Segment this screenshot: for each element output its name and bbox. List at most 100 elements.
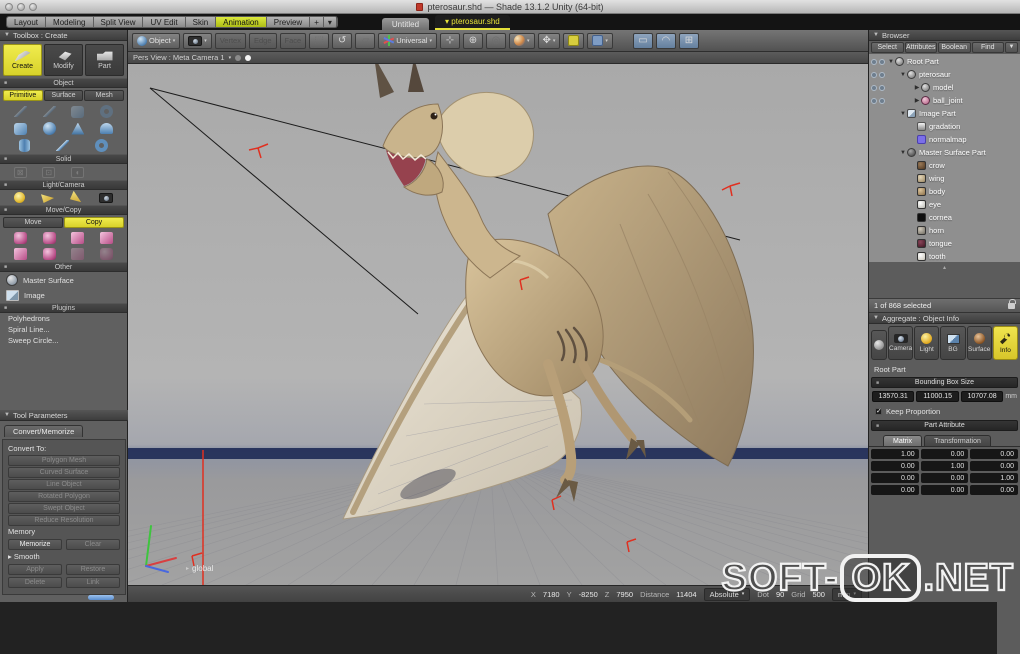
quad-view-button[interactable]: ⊞ bbox=[678, 32, 699, 49]
visibility-toggle-icon[interactable] bbox=[871, 71, 877, 78]
shaded-toggle-icon[interactable] bbox=[245, 54, 252, 61]
horizontal-scrollbar[interactable] bbox=[88, 595, 114, 600]
convert-polygon-mesh-button[interactable]: Polygon Mesh bbox=[8, 455, 120, 466]
light-info-tab[interactable]: Light bbox=[914, 326, 940, 360]
matrix-cell[interactable]: 1.00 bbox=[871, 449, 919, 459]
wireframe-toggle-icon[interactable] bbox=[235, 54, 242, 61]
object-mode-button[interactable]: Object ▾ bbox=[132, 32, 181, 49]
tab-animation[interactable]: Animation bbox=[216, 17, 267, 27]
tree-row-horn[interactable]: horn bbox=[869, 224, 1020, 237]
numeric-copy-icon[interactable] bbox=[71, 248, 85, 260]
matrix-cell[interactable]: 0.00 bbox=[970, 461, 1018, 471]
primitive-tab[interactable]: Primitive bbox=[3, 90, 43, 101]
tree-row-ball-joint[interactable]: ▶ ball_joint bbox=[869, 94, 1020, 107]
filter-funnel-icon[interactable]: ▼ bbox=[1005, 42, 1018, 53]
pivot-button[interactable]: ⊕ bbox=[462, 32, 483, 49]
tree-row-pterosaur[interactable]: ▼ pterosaur bbox=[869, 68, 1020, 81]
matrix-cell[interactable]: 1.00 bbox=[970, 473, 1018, 483]
smooth-apply-button[interactable]: Apply bbox=[8, 564, 62, 575]
tool-parameters-header[interactable]: ▼ Tool Parameters bbox=[0, 410, 128, 421]
line-tool-icon[interactable] bbox=[13, 106, 27, 117]
coordinate-space-selector[interactable]: ▸ global bbox=[186, 564, 213, 573]
directional-light-icon[interactable] bbox=[68, 189, 85, 206]
select-region-button[interactable]: ⬚ bbox=[309, 32, 330, 49]
light-camera-section-header[interactable]: ■ Light/Camera bbox=[0, 180, 127, 190]
plugin-polyhedrons[interactable]: Polyhedrons bbox=[0, 313, 127, 324]
surface-tab[interactable]: Surface bbox=[43, 90, 84, 101]
aggregate-header[interactable]: ▼ Aggregate : Object Info bbox=[869, 313, 1020, 324]
tree-row-model[interactable]: ▶ model bbox=[869, 81, 1020, 94]
circle-tool-icon[interactable] bbox=[100, 105, 114, 118]
browser-header[interactable]: ▼ Browser bbox=[869, 30, 1020, 41]
convert-line-object-button[interactable]: Line Object bbox=[8, 479, 120, 490]
matrix-cell[interactable]: 0.00 bbox=[920, 449, 969, 459]
plugins-section-header[interactable]: ■ Plugins bbox=[0, 303, 127, 313]
part-mode-button[interactable]: Part bbox=[85, 44, 124, 76]
boolean-subtract-icon[interactable]: ⊡ bbox=[42, 166, 56, 178]
render-toggle-icon[interactable] bbox=[879, 84, 885, 91]
camera-info-tab[interactable]: Camera bbox=[888, 326, 914, 360]
viewport-title[interactable]: Pers View : Meta Camera 1 bbox=[133, 53, 225, 62]
face-mode-button[interactable]: Face bbox=[279, 32, 307, 49]
convert-curved-surface-button[interactable]: Curved Surface bbox=[8, 467, 120, 478]
plugin-sweep-circle[interactable]: Sweep Circle... bbox=[0, 335, 127, 346]
joint-info-tab[interactable] bbox=[871, 330, 887, 360]
modify-mode-button[interactable]: Modify bbox=[44, 44, 83, 76]
visibility-toggle-icon[interactable] bbox=[871, 84, 877, 91]
matrix-cell[interactable]: 0.00 bbox=[871, 485, 919, 495]
plane-primitive-icon[interactable] bbox=[56, 140, 69, 151]
render-toggle-icon[interactable] bbox=[879, 71, 885, 78]
toolbox-header[interactable]: ▼ Toolbox : Create bbox=[0, 30, 127, 41]
doc-tab-pterosaur[interactable]: ▾ pterosaur.shd bbox=[435, 15, 510, 30]
bbox-z-field[interactable]: 10707.08 bbox=[960, 391, 1004, 402]
move-copy-section-header[interactable]: ■ Move/Copy bbox=[0, 205, 127, 215]
universal-manipulator-button[interactable]: Universal ▾ bbox=[378, 32, 437, 49]
translate-copy-icon[interactable] bbox=[13, 232, 27, 244]
boolean-intersect-icon[interactable]: ◖ bbox=[70, 166, 84, 178]
torus-primitive-icon[interactable] bbox=[95, 139, 108, 152]
matrix-tab[interactable]: Matrix bbox=[883, 435, 923, 446]
clear-button[interactable]: Clear bbox=[66, 539, 120, 550]
bbox-y-field[interactable]: 11000.15 bbox=[916, 391, 959, 402]
matrix-cell[interactable]: 0.00 bbox=[920, 473, 969, 483]
add-workspace-button[interactable]: + bbox=[310, 17, 324, 27]
convert-memorize-tab[interactable]: Convert/Memorize bbox=[4, 425, 84, 437]
boolean-union-icon[interactable]: ⊠ bbox=[13, 166, 27, 178]
browser-tab-boolean[interactable]: Boolean bbox=[938, 42, 971, 53]
smooth-restore-button[interactable]: Restore bbox=[66, 564, 120, 575]
image-item[interactable]: Image bbox=[0, 288, 127, 303]
scroll-up-icon[interactable]: ▴ bbox=[943, 264, 946, 271]
smooth-link-button[interactable]: Link bbox=[66, 577, 120, 588]
grid-snap-button[interactable] bbox=[563, 32, 585, 49]
dome-primitive-icon[interactable] bbox=[100, 123, 114, 134]
mirror-copy-icon[interactable] bbox=[13, 248, 27, 260]
cone-primitive-icon[interactable] bbox=[71, 122, 85, 135]
matrix-cell[interactable]: 0.00 bbox=[970, 485, 1018, 495]
browser-tab-find[interactable]: Find bbox=[971, 42, 1004, 53]
tree-row-body[interactable]: body bbox=[869, 185, 1020, 198]
rotate-copy-icon[interactable] bbox=[42, 232, 56, 244]
part-attribute-section-header[interactable]: ■ Part Attribute bbox=[871, 420, 1018, 431]
camera-view-button[interactable]: ◠ bbox=[655, 32, 676, 49]
solid-section-header[interactable]: ■ Solid bbox=[0, 154, 127, 164]
smooth-label[interactable]: ▸ Smooth bbox=[8, 552, 122, 561]
point-light-icon[interactable] bbox=[14, 192, 25, 203]
bounding-box-section-header[interactable]: ■ Bounding Box Size bbox=[871, 377, 1018, 388]
tree-row-normalmap[interactable]: normalmap bbox=[869, 133, 1020, 146]
convert-reduce-resolution-button[interactable]: Reduce Resolution bbox=[8, 515, 120, 526]
render-toggle-icon[interactable] bbox=[879, 58, 885, 65]
doc-tab-untitled[interactable]: Untitled bbox=[381, 18, 430, 30]
sphere-primitive-icon[interactable] bbox=[42, 122, 56, 135]
tree-row-gradation[interactable]: gradation bbox=[869, 120, 1020, 133]
convert-rotated-polygon-button[interactable]: Rotated Polygon bbox=[8, 491, 120, 502]
other-section-header[interactable]: ■ Other bbox=[0, 262, 127, 272]
copy-tab[interactable]: Copy bbox=[64, 217, 124, 228]
tree-row-cornea[interactable]: cornea bbox=[869, 211, 1020, 224]
keep-proportion-checkbox[interactable]: ✓ bbox=[875, 408, 882, 415]
move-tab[interactable]: Move bbox=[3, 217, 63, 228]
object-section-header[interactable]: ■ Object bbox=[0, 78, 127, 88]
info-tab[interactable]: Info bbox=[992, 326, 1019, 360]
smooth-delete-button[interactable]: Delete bbox=[8, 577, 62, 588]
vertex-mode-button[interactable]: Vertex bbox=[214, 32, 246, 49]
matrix-cell[interactable]: 0.00 bbox=[920, 485, 969, 495]
